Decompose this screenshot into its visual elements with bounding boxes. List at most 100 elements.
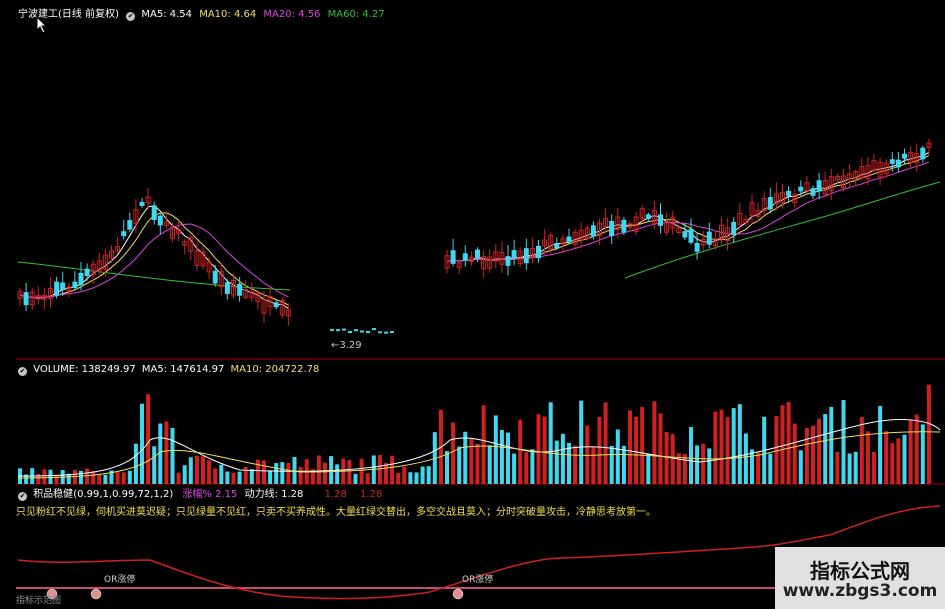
volume-bar: [420, 466, 425, 484]
volume-bar: [890, 443, 895, 484]
candle-body: [816, 180, 822, 192]
candle-body: [536, 245, 541, 259]
candle-body: [810, 188, 816, 196]
volume-bar: [768, 453, 773, 484]
candle-body: [590, 225, 596, 237]
candle-body: [127, 220, 133, 230]
volume-bar: [713, 411, 718, 484]
volume-bar: [926, 384, 931, 484]
volume-bar: [377, 454, 382, 484]
indicator-params: (0.99,1,0.99,72,1,2): [73, 489, 174, 500]
candle-body: [658, 214, 663, 226]
volume-bar: [286, 462, 291, 484]
volume-bar: [262, 460, 266, 484]
candle-body: [342, 328, 346, 331]
volume-bar: [323, 462, 327, 484]
volume-bar: [725, 417, 730, 484]
volume-bar: [719, 409, 724, 484]
watermark-title: 指标公式网: [810, 559, 910, 583]
volume-bar: [621, 445, 626, 484]
candle-body: [372, 328, 376, 331]
volume-bar: [512, 453, 517, 484]
volume-bar: [823, 414, 828, 484]
volume-bar: [896, 438, 901, 484]
volume-bar: [42, 469, 47, 484]
indicator-name: 积品稳健: [33, 489, 74, 500]
volume-bar: [585, 425, 590, 484]
candle-body: [706, 231, 712, 245]
price-low-value: 3.29: [339, 340, 362, 351]
candle-body: [23, 292, 29, 306]
stock-chart-window: 宁波建工(日线 前复权) ✔ MA5: 4.54 MA10: 4.64 MA20…: [0, 0, 945, 609]
volume-bar: [493, 415, 498, 484]
volume-bar: [213, 468, 218, 484]
volume-bar: [780, 405, 785, 484]
volume-bar: [670, 434, 675, 484]
volume-bar: [634, 416, 639, 484]
checkmark-icon: ✔: [18, 492, 27, 501]
volume-bar: [841, 400, 846, 484]
volume-bar: [121, 472, 126, 484]
candle-body: [682, 231, 688, 238]
watermark-url: www.zbgs3.com: [782, 581, 938, 601]
volume-bar: [445, 451, 449, 484]
candle-body: [72, 281, 78, 288]
candle-body: [330, 328, 334, 331]
volume-bar: [231, 472, 236, 484]
volume-bar: [524, 452, 529, 484]
candle-body: [645, 214, 651, 219]
candle-body: [139, 201, 145, 206]
power-label: 动力线:: [244, 489, 278, 500]
volume-bar: [786, 402, 791, 484]
volume-bar: [920, 424, 925, 484]
volume-bar: [756, 452, 761, 484]
extra-value-1: 1.28: [324, 489, 347, 500]
volume-bar: [743, 433, 748, 484]
candle-body: [384, 331, 388, 334]
volume-bar: [573, 445, 578, 484]
volume-bar: [225, 471, 230, 484]
candle-body: [786, 190, 792, 197]
volume-bar: [829, 406, 834, 484]
volume-bar: [640, 407, 645, 484]
candle-body: [767, 197, 773, 210]
volume-bar: [243, 466, 248, 484]
volume-bar: [646, 453, 651, 484]
volume-bar: [475, 443, 480, 484]
volume-bar: [274, 463, 279, 484]
volume-bar: [499, 429, 504, 484]
volume-bar: [853, 451, 858, 484]
candle-body: [731, 221, 737, 235]
volume-bar: [316, 455, 321, 484]
volume-bar: [414, 472, 419, 484]
checkmark-icon: ✔: [18, 367, 27, 376]
candle-body: [566, 236, 572, 242]
candle-body: [60, 282, 66, 291]
power-value: 1.28: [281, 489, 304, 500]
volume-ma10: MA10: 204722.78: [230, 364, 320, 375]
volume-bar: [146, 394, 151, 484]
volume-bar: [115, 472, 120, 484]
volume-bar: [469, 438, 474, 484]
ma20-line: [19, 161, 930, 298]
candle-body: [895, 159, 901, 168]
candle-body: [54, 281, 60, 296]
volume-bar: [579, 400, 584, 484]
volume-bar: [750, 449, 754, 484]
volume-bar: [207, 460, 212, 484]
volume-bar: [506, 432, 510, 484]
volume-bar: [219, 464, 224, 484]
volume-bar: [335, 464, 340, 484]
volume-bar: [884, 431, 889, 484]
candle-body: [237, 283, 243, 296]
volume-bar: [615, 429, 620, 484]
volume-bar: [914, 414, 919, 484]
volume-bar: [774, 415, 779, 484]
volume-bar: [237, 471, 242, 484]
candle-body: [621, 219, 627, 233]
candle-body: [78, 272, 84, 285]
volume-bar: [707, 448, 712, 484]
volume-bar: [878, 406, 883, 484]
volume-bar: [48, 469, 53, 484]
volume-bar: [701, 443, 706, 484]
